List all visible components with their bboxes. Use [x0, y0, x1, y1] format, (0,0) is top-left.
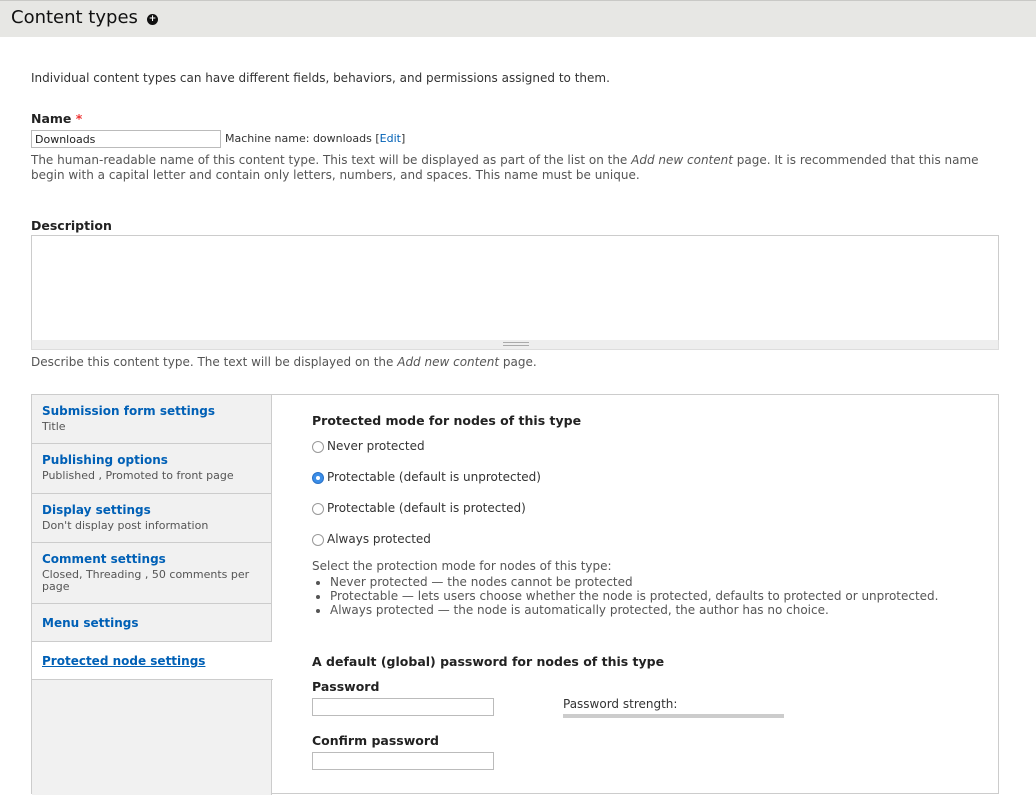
intro-text: Individual content types can have differ… — [31, 71, 610, 85]
page-title: Content types — [11, 7, 138, 28]
required-marker: * — [75, 111, 83, 126]
confirm-password-input[interactable] — [312, 752, 494, 770]
vertical-tab-title[interactable]: Menu settings — [42, 616, 262, 630]
vertical-tabs-list: Submission form settings Title Publishing … — [32, 395, 273, 795]
description-label: Description — [31, 218, 112, 233]
description-help: Describe this content type. The text wil… — [31, 355, 537, 369]
vertical-tab-summary: Title — [42, 420, 66, 433]
vertical-tab-summary: Closed, Threading , 50 comments per page — [42, 568, 250, 593]
vertical-tab-summary: Don't display post information — [42, 519, 209, 532]
radio-icon[interactable] — [312, 534, 324, 546]
radio-always-protected[interactable]: Always protected — [312, 532, 431, 546]
name-help: The human-readable name of this content … — [31, 153, 979, 182]
default-password-heading: A default (global) password for nodes of… — [312, 654, 665, 669]
vertical-tab-title[interactable]: Display settings — [42, 503, 262, 517]
vertical-tabs: Submission form settings Title Publishing … — [31, 394, 999, 795]
vertical-tab-comment-settings[interactable]: Comment settings Closed, Threading , 50 c… — [32, 543, 272, 604]
radio-protectable-unprotected[interactable]: Protectable (default is unprotected) — [312, 470, 541, 484]
password-strength-bar — [563, 714, 784, 718]
radio-never-protected[interactable]: Never protected — [312, 439, 425, 453]
confirm-password-label: Confirm password — [312, 733, 439, 748]
password-strength-label: Password strength: — [563, 697, 678, 711]
machine-name-edit-link[interactable]: Edit — [380, 132, 401, 145]
vertical-tab-publishing-options[interactable]: Publishing options Published , Promoted t… — [32, 444, 272, 494]
plus-circle-icon[interactable]: + — [147, 14, 158, 25]
machine-name: Machine name: downloads [Edit] — [225, 132, 406, 145]
textarea-resize-grip[interactable] — [31, 340, 999, 350]
help-item: Never protected — the nodes cannot be pr… — [330, 575, 952, 589]
name-label: Name * — [31, 111, 83, 126]
help-item: Protectable — lets users choose whether … — [330, 589, 952, 603]
protected-mode-heading: Protected mode for nodes of this type — [312, 413, 582, 428]
password-input[interactable] — [312, 698, 494, 716]
vertical-tab-protected-node-settings[interactable]: Protected node settings — [32, 642, 273, 680]
help-item: Always protected — the node is automatic… — [330, 603, 952, 617]
vertical-tab-submission-form-settings[interactable]: Submission form settings Title — [32, 395, 272, 444]
description-textarea[interactable] — [31, 235, 999, 341]
vertical-tab-title[interactable]: Protected node settings — [42, 654, 263, 668]
radio-icon[interactable] — [312, 441, 324, 453]
name-input[interactable] — [31, 130, 221, 148]
vertical-tab-title[interactable]: Publishing options — [42, 453, 262, 467]
password-label: Password — [312, 679, 380, 694]
radio-icon[interactable] — [312, 503, 324, 515]
vertical-tab-display-settings[interactable]: Display settings Don't display post infor… — [32, 494, 272, 543]
vertical-tab-title[interactable]: Comment settings — [42, 552, 262, 566]
radio-protectable-protected[interactable]: Protectable (default is protected) — [312, 501, 526, 515]
vertical-tab-summary: Published , Promoted to front page — [42, 469, 234, 482]
vertical-tab-title[interactable]: Submission form settings — [42, 404, 262, 418]
radio-checked-icon[interactable] — [312, 472, 324, 484]
page-header: Content types + — [0, 0, 1036, 37]
vertical-tab-menu-settings[interactable]: Menu settings — [32, 604, 272, 642]
protection-mode-help: Select the protection mode for nodes of … — [312, 559, 952, 617]
